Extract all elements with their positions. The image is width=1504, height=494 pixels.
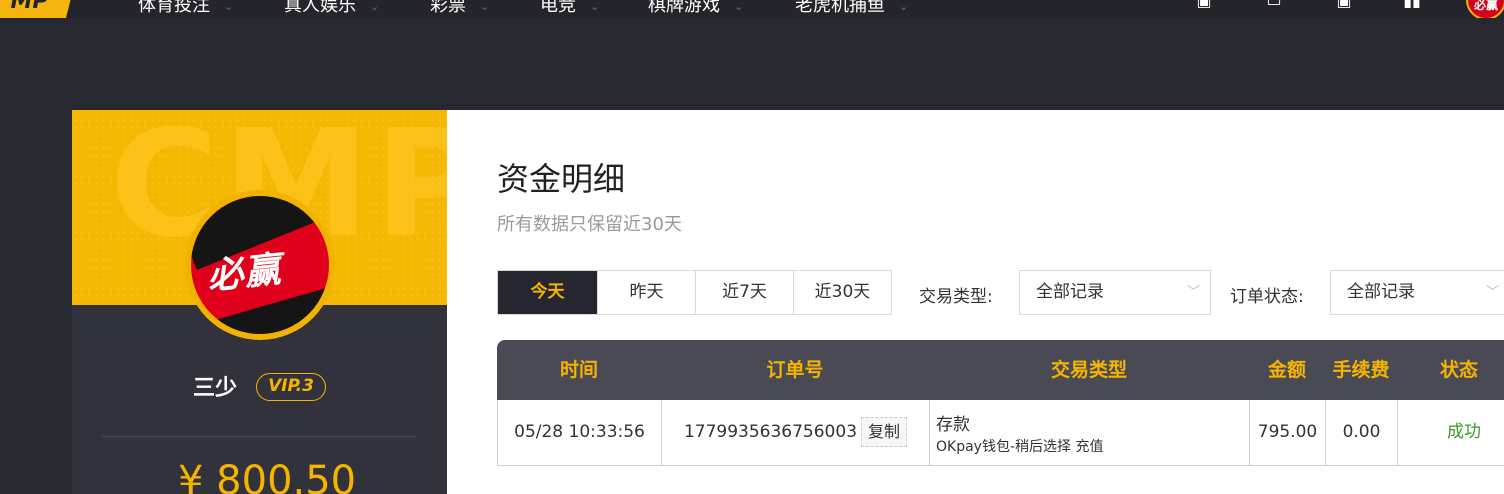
avatar[interactable]: 必赢 — [185, 190, 335, 340]
page-subtitle: 所有数据只保留近30天 — [497, 214, 682, 235]
nav-item-esports[interactable]: 电竞 ⌄ — [540, 0, 599, 17]
order-status-value: 全部记录 — [1347, 282, 1415, 302]
avatar-text: 必赢 — [1474, 0, 1499, 12]
cell-time: 05/28 10:33:56 — [498, 400, 662, 465]
vip-badge: VIP.3 — [256, 373, 326, 401]
user-avatar-small[interactable]: 必赢 — [1466, 0, 1504, 18]
nav-item-sports[interactable]: 体育投注 ⌄ — [138, 0, 233, 17]
tab-last-7-days[interactable]: 近7天 — [695, 271, 793, 314]
column-header-time: 时间 — [559, 359, 598, 381]
nav-item-chess-cards[interactable]: 棋牌游戏 ⌄ — [648, 0, 743, 17]
transaction-type: 存款 — [936, 415, 970, 435]
tab-today[interactable]: 今天 — [498, 271, 597, 314]
cell-fee: 0.00 — [1326, 400, 1398, 465]
chevron-down-icon: ⌄ — [590, 0, 600, 13]
chevron-down-icon: ﹀ — [1485, 285, 1499, 300]
nav-item-slots-fishing[interactable]: 老虎机捕鱼 ⌄ — [795, 0, 908, 17]
order-number: 1779935636756003 — [683, 422, 858, 442]
table-header: 时间 订单号 交易类型 金额 手续费 状态 — [497, 340, 1504, 400]
nav-item-lottery[interactable]: 彩票 ⌄ — [430, 0, 489, 17]
copy-button[interactable]: 复制 — [861, 417, 908, 447]
order-status-select[interactable]: 全部记录 ﹀ — [1330, 270, 1504, 315]
nav-item-live-casino[interactable]: 真人娱乐 ⌄ — [284, 0, 379, 17]
profile-sidebar: CMP 必赢 三少 VIP.3 ¥ 800.50 — [72, 110, 447, 494]
column-header-type: 交易类型 — [1050, 359, 1127, 381]
avatar-image: 必赢 — [191, 196, 329, 334]
cell-status: 成功 — [1447, 422, 1481, 442]
chevron-down-icon: ⌄ — [899, 0, 909, 13]
fund-details-panel: 资金明细 所有数据只保留近30天 今天 昨天 近7天 近30天 交易类型: 全部… — [447, 110, 1504, 494]
fund-records-table: 时间 订单号 交易类型 金额 手续费 状态 05/28 10:33:56 177… — [497, 340, 1504, 466]
transaction-type-select[interactable]: 全部记录 ﹀ — [1019, 270, 1211, 315]
table-row: 05/28 10:33:56 1779935636756003 复制 存款 OKp… — [497, 400, 1504, 466]
date-range-tabs: 今天 昨天 近7天 近30天 — [497, 270, 892, 315]
tab-last-30-days[interactable]: 近30天 — [793, 271, 891, 314]
column-header-fee: 手续费 — [1332, 359, 1390, 381]
column-header-status: 状态 — [1439, 359, 1478, 381]
tab-yesterday[interactable]: 昨天 — [597, 271, 695, 314]
chevron-down-icon: ⌄ — [480, 0, 490, 13]
withdraw-icon[interactable]: ▣ — [1334, 0, 1354, 9]
logo-text: MP — [10, 0, 49, 14]
divider — [102, 436, 416, 437]
card-icon[interactable]: ▮▮ — [1402, 0, 1422, 9]
cell-type: 存款 OKpay钱包-稍后选择 充值 — [930, 400, 1250, 465]
site-logo[interactable]: MP — [0, 0, 74, 18]
transaction-type-label: 交易类型: — [919, 287, 993, 307]
chevron-down-icon: ⌄ — [370, 0, 380, 13]
transaction-type-value: 全部记录 — [1036, 282, 1104, 302]
column-header-amount: 金额 — [1267, 359, 1306, 381]
chevron-down-icon: ⌄ — [224, 0, 234, 13]
chevron-down-icon: ⌄ — [734, 0, 744, 13]
column-header-order-no: 订单号 — [766, 359, 824, 381]
top-navbar: MP 体育投注 ⌄ 真人娱乐 ⌄ 彩票 ⌄ 电竞 ⌄ 棋牌游戏 ⌄ 老虎机捕鱼 ⌄ ▣ ▭ … — [0, 0, 1504, 18]
avatar-text: 必赢 — [205, 249, 284, 298]
balance-amount: ¥ 800.50 — [178, 458, 357, 494]
deposit-icon[interactable]: ▣ — [1194, 0, 1214, 9]
chevron-down-icon: ﹀ — [1186, 285, 1200, 300]
cell-order-no: 1779935636756003 复制 — [662, 400, 930, 465]
transfer-icon[interactable]: ▭ — [1264, 0, 1284, 9]
username: 三少 — [193, 376, 238, 401]
transaction-detail: OKpay钱包-稍后选择 充值 — [936, 439, 1104, 455]
order-status-label: 订单状态: — [1230, 287, 1304, 307]
cell-amount: 795.00 — [1250, 400, 1326, 465]
page-title: 资金明细 — [497, 160, 626, 198]
